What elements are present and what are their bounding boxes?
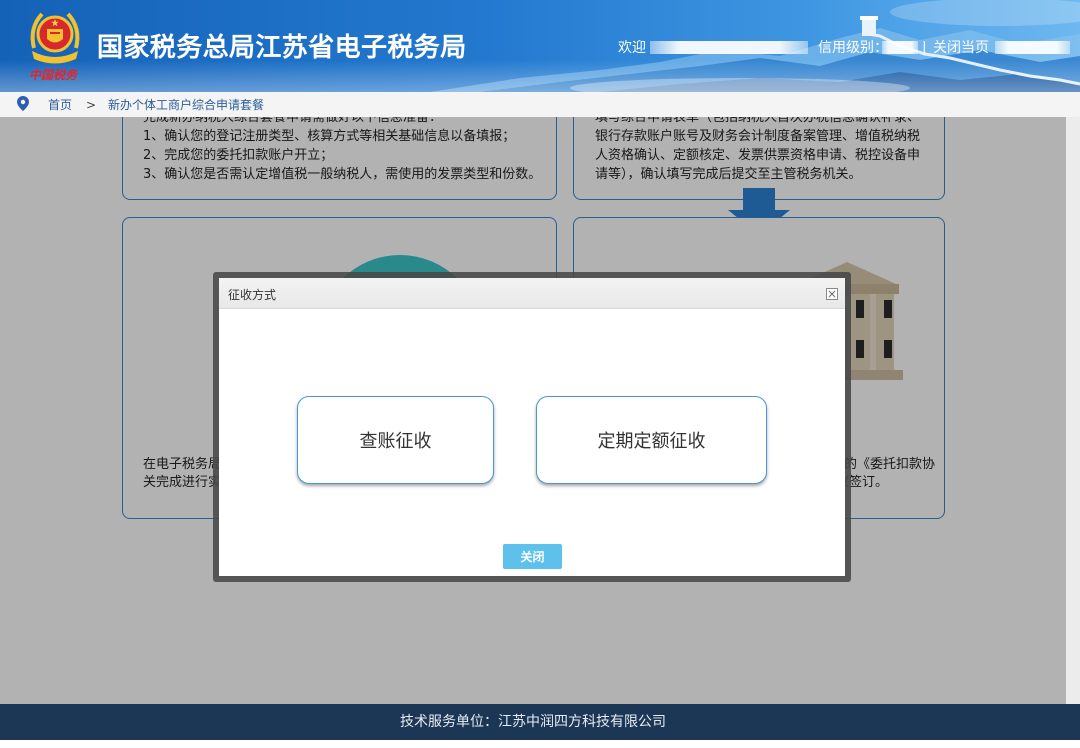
welcome-label: 欢迎 — [618, 40, 646, 56]
dialog-titlebar: 征收方式 — [219, 278, 845, 309]
location-pin-icon — [17, 96, 29, 111]
logo-slogan: 中国税务 — [29, 68, 78, 82]
fixed-quota-collection-button[interactable]: 定期定额征收 — [536, 396, 767, 484]
credit-level-label: 信用级别： — [818, 40, 888, 56]
dialog-panel: 征收方式 查账征收 定期定额征收 关闭 — [219, 278, 845, 576]
breadcrumb-home-link[interactable]: 首页 — [48, 98, 72, 112]
close-page-link[interactable]: 关闭当页 — [933, 40, 989, 56]
footer-service-provider: 技术服务单位：江苏中润四方科技有限公司 — [400, 714, 666, 730]
dialog-title: 征收方式 — [228, 288, 277, 302]
breadcrumb: 首页 > 新办个体工商户综合申请套餐 — [0, 92, 1080, 117]
redacted-username — [650, 41, 808, 54]
collection-method-dialog: 征收方式 查账征收 定期定额征收 关闭 — [213, 272, 851, 582]
close-icon[interactable] — [826, 288, 838, 300]
breadcrumb-current: 新办个体工商户综合申请套餐 — [108, 98, 265, 112]
header-separator: | — [922, 40, 927, 56]
site-title: 国家税务总局江苏省电子税务局 — [97, 33, 467, 63]
tax-emblem-icon — [30, 12, 80, 64]
site-footer: 技术服务单位：江苏中润四方科技有限公司 — [0, 704, 1080, 740]
site-header: 中国税务 国家税务总局江苏省电子税务局 欢迎 信用级别： | 关闭当页 — [0, 0, 1080, 92]
account-based-collection-button[interactable]: 查账征收 — [297, 396, 494, 484]
dialog-close-button[interactable]: 关闭 — [503, 544, 562, 569]
redacted-credit-level — [882, 41, 918, 54]
redacted-extra-info — [995, 41, 1070, 54]
scrollbar[interactable] — [1066, 117, 1080, 704]
breadcrumb-separator: > — [86, 98, 97, 112]
